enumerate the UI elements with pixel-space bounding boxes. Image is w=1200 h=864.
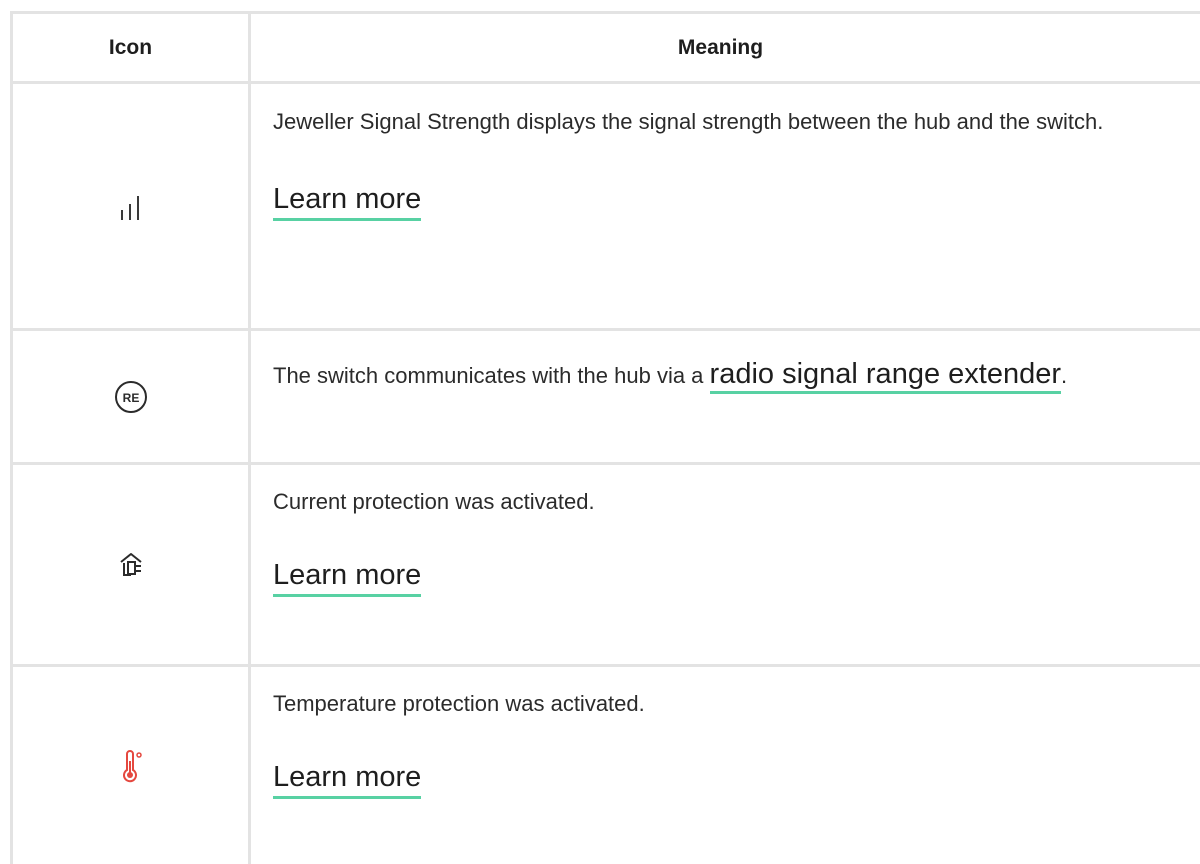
meaning-text-before: The switch communicates with the hub via… — [273, 363, 710, 388]
table-row: Jeweller Signal Strength displays the si… — [13, 84, 1200, 331]
icon-cell — [13, 465, 251, 664]
table-row: Temperature protection was activated. Le… — [13, 667, 1200, 864]
table-row: RE The switch communicates with the hub … — [13, 331, 1200, 465]
current-protection-icon — [119, 552, 142, 576]
icon-cell — [13, 667, 251, 864]
header-meaning: Meaning — [677, 35, 764, 59]
meaning-cell: Current protection was activated. Learn … — [251, 465, 1200, 664]
icon-meaning-table: Icon Meaning Jeweller Signal Strength di… — [10, 11, 1200, 864]
meaning-cell: Jeweller Signal Strength displays the si… — [251, 84, 1200, 328]
learn-more-link[interactable]: Learn more — [273, 558, 422, 597]
meaning-text: Temperature protection was activated. — [273, 691, 645, 716]
range-extender-link[interactable]: radio signal range extender — [709, 358, 1061, 394]
table-header-row: Icon Meaning — [13, 14, 1200, 84]
meaning-text: Jeweller Signal Strength displays the si… — [273, 109, 1104, 134]
icon-cell — [13, 84, 251, 328]
meaning-text: Current protection was activated. — [273, 489, 595, 514]
icon-cell: RE — [13, 331, 251, 462]
meaning-text-after: . — [1061, 363, 1068, 388]
range-extender-icon-label: RE — [122, 391, 139, 405]
meaning-cell: The switch communicates with the hub via… — [251, 331, 1200, 462]
signal-strength-icon — [120, 196, 139, 220]
range-extender-icon: RE — [114, 380, 147, 413]
meaning-cell: Temperature protection was activated. Le… — [251, 667, 1200, 864]
header-icon: Icon — [13, 14, 251, 81]
table-row: Current protection was activated. Learn … — [13, 465, 1200, 667]
learn-more-link[interactable]: Learn more — [273, 760, 422, 799]
temperature-protection-icon — [122, 749, 142, 782]
learn-more-link[interactable]: Learn more — [273, 182, 422, 221]
meaning-text: The switch communicates with the hub via… — [273, 349, 1190, 401]
